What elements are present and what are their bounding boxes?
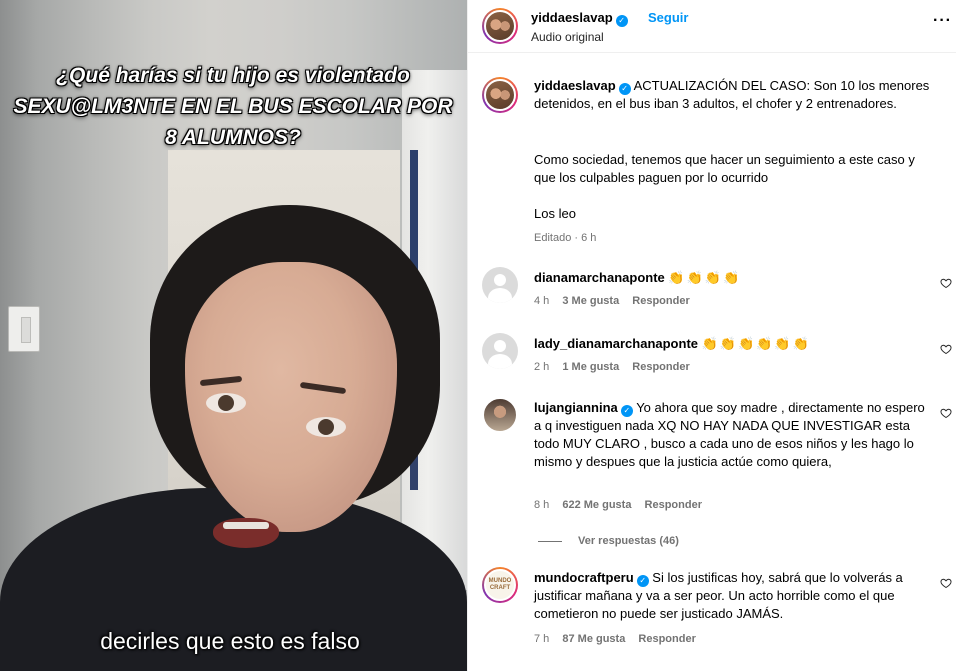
comment-text: 👏👏👏👏👏👏: [701, 336, 811, 351]
commenter-username[interactable]: lujangiannina ✓: [534, 400, 633, 417]
commenter-avatar[interactable]: MUNDO CRAFT: [482, 567, 518, 603]
reply-button[interactable]: Responder: [632, 295, 689, 307]
more-horizontal-icon[interactable]: ···: [933, 12, 952, 30]
audio-label[interactable]: Audio original: [531, 30, 604, 44]
commenter-avatar[interactable]: [482, 397, 518, 433]
avatar-logo-text: MUNDO CRAFT: [484, 569, 516, 601]
comment-time: 7 h: [534, 633, 550, 645]
follow-button[interactable]: Seguir: [648, 10, 688, 25]
post-header: yiddaeslavap ✓ Seguir Audio original ···: [468, 0, 956, 53]
verified-badge-icon: ✓: [620, 405, 633, 417]
author-username-text[interactable]: yiddaeslavap: [531, 10, 613, 25]
commenter-username[interactable]: mundocraftperu ✓: [534, 570, 649, 587]
heart-icon[interactable]: [940, 277, 952, 289]
reply-button[interactable]: Responder: [632, 361, 689, 373]
comment-time: 4 h: [534, 295, 550, 307]
caption-text-p3: Los leo: [534, 206, 576, 221]
caption-meta: Editado · 6 h: [534, 232, 597, 244]
verified-badge-icon: ✓: [615, 15, 628, 27]
comments-list[interactable]: yiddaeslavap ✓ ACTUALIZACIÓN DEL CASO: So…: [468, 53, 956, 671]
commenter-avatar[interactable]: [482, 333, 518, 369]
reply-button[interactable]: Responder: [638, 633, 695, 645]
commenter-username[interactable]: lady_dianamarchanaponte: [534, 336, 698, 351]
comment-time: 2 h: [534, 361, 550, 373]
caption-text-p2: Como sociedad, tenemos que hacer un segu…: [534, 152, 915, 185]
post-panel: yiddaeslavap ✓ Seguir Audio original ··· …: [467, 0, 956, 671]
caption-username[interactable]: yiddaeslavap ✓: [534, 78, 631, 95]
comment-time: 8 h: [534, 499, 550, 511]
view-replies-button[interactable]: Ver respuestas (46): [538, 535, 679, 547]
comment-text: 👏👏👏👏: [668, 270, 742, 285]
commenter-avatar[interactable]: [482, 267, 518, 303]
verified-badge-icon: ✓: [618, 83, 631, 95]
video-player[interactable]: ¿Qué harías si tu hijo es violentado SEX…: [0, 0, 467, 671]
heart-icon[interactable]: [940, 577, 952, 589]
author-username[interactable]: yiddaeslavap ✓: [531, 10, 628, 27]
reply-button[interactable]: Responder: [645, 499, 702, 511]
heart-icon[interactable]: [940, 343, 952, 355]
video-overlay-title: ¿Qué harías si tu hijo es violentado SEX…: [13, 64, 453, 149]
author-avatar[interactable]: [482, 77, 518, 113]
comment-likes[interactable]: 3 Me gusta: [562, 295, 619, 307]
comment-likes[interactable]: 87 Me gusta: [562, 633, 625, 645]
comment-likes[interactable]: 1 Me gusta: [562, 361, 619, 373]
commenter-username[interactable]: dianamarchanaponte: [534, 270, 665, 285]
heart-icon[interactable]: [940, 407, 952, 419]
comment-likes[interactable]: 622 Me gusta: [562, 499, 631, 511]
author-avatar[interactable]: [482, 8, 518, 44]
verified-badge-icon: ✓: [636, 575, 649, 587]
video-caption: decirles que esto es falso: [100, 628, 360, 654]
